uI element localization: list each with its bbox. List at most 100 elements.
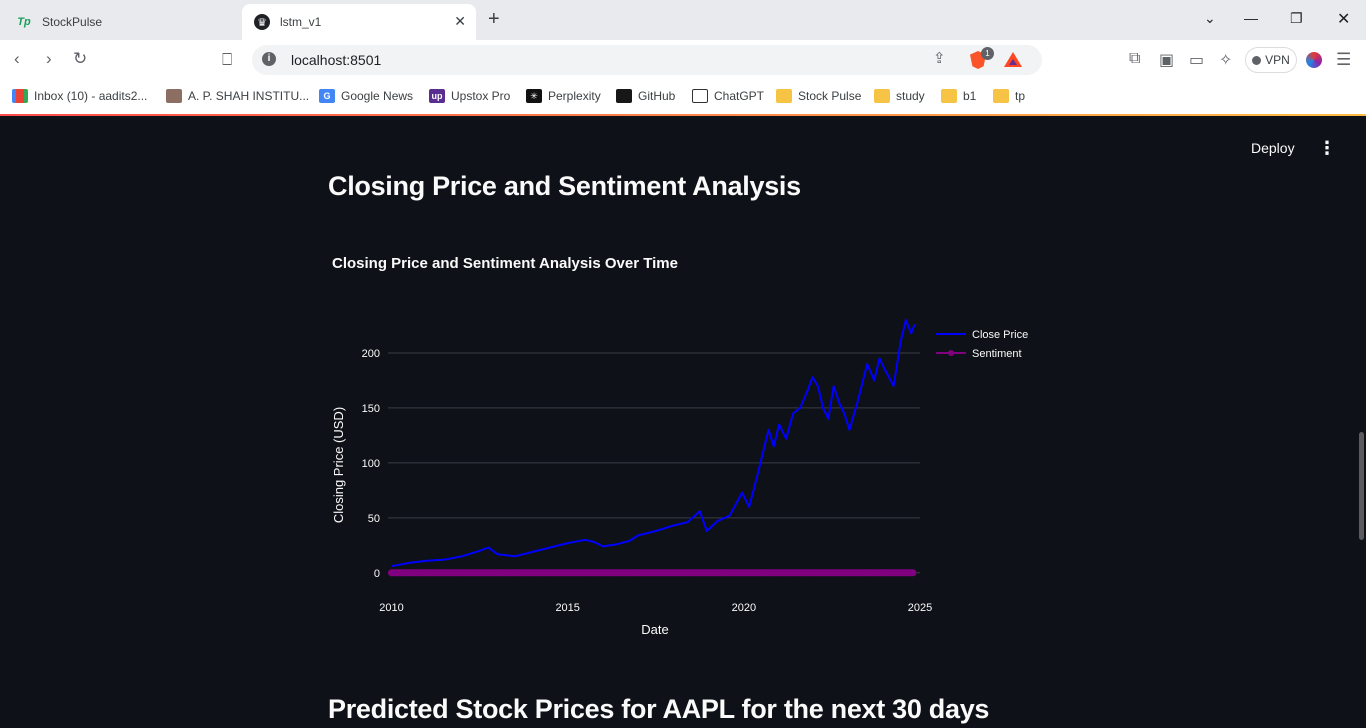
sentiment-marker: [740, 569, 748, 577]
bookmark-label: Upstox Pro: [451, 89, 511, 103]
bookmark-perplexity[interactable]: ✳ Perplexity: [526, 87, 601, 105]
wallet-icon[interactable]: ▭: [1189, 50, 1204, 70]
sentiment-marker: [810, 569, 818, 577]
share-icon[interactable]: ⇪: [933, 49, 946, 67]
github-icon: [616, 89, 632, 103]
vpn-button[interactable]: VPN: [1245, 47, 1297, 73]
bookmark-github[interactable]: GitHub: [616, 87, 675, 105]
section-title: Closing Price and Sentiment Analysis: [328, 171, 801, 201]
tab-label: lstm_v1: [280, 15, 322, 29]
sentiment-marker: [881, 569, 889, 577]
sentiment-marker: [634, 569, 642, 577]
bookmark-label: ChatGPT: [714, 89, 765, 103]
bookmark-label: Inbox (10) - aadits2...: [34, 89, 148, 103]
sentiment-marker: [511, 569, 519, 577]
bookmark-folder-tp[interactable]: tp: [993, 87, 1025, 105]
perplexity-icon: ✳: [526, 89, 542, 103]
y-tick-label: 0: [374, 568, 380, 580]
profile-avatar[interactable]: [1306, 52, 1322, 68]
minimize-icon[interactable]: —: [1244, 10, 1258, 26]
bookmark-folder-study[interactable]: study: [874, 87, 925, 105]
new-tab-icon[interactable]: +: [488, 8, 500, 31]
bookmark-chatgpt[interactable]: ChatGPT: [692, 87, 764, 105]
sentiment-marker: [581, 569, 589, 577]
bookmark-folder-stock-pulse[interactable]: Stock Pulse: [776, 87, 861, 105]
folder-icon: [993, 89, 1009, 103]
brave-rewards-inner-icon: [1009, 59, 1017, 65]
y-axis-title: Closing Price (USD): [331, 407, 346, 523]
more-options-icon[interactable]: ⋮: [1318, 139, 1336, 157]
close-price-line: [391, 319, 916, 568]
sentiment-marker: [669, 569, 677, 577]
restore-icon[interactable]: ❐: [1290, 10, 1303, 27]
bookmark-label: tp: [1015, 89, 1026, 103]
sentiment-marker: [652, 569, 660, 577]
tp-logo-icon: Tp: [17, 16, 31, 28]
sentiment-marker: [846, 569, 854, 577]
folder-icon: [941, 89, 957, 103]
y-tick-label: 50: [368, 513, 380, 525]
deploy-button[interactable]: Deploy: [1251, 140, 1295, 156]
bookmark-gmail[interactable]: Inbox (10) - aadits2...: [12, 87, 147, 105]
bookmark-google-news[interactable]: G Google News: [319, 87, 413, 105]
extensions-icon[interactable]: ⧉: [1129, 50, 1140, 68]
sentiment-marker: [687, 569, 695, 577]
back-icon[interactable]: ‹: [14, 49, 20, 69]
vpn-label: VPN: [1265, 53, 1290, 67]
chatgpt-icon: [692, 89, 708, 103]
leo-ai-icon[interactable]: ✧: [1219, 50, 1232, 70]
tab-label: StockPulse: [42, 15, 103, 29]
bookmark-upstox[interactable]: up Upstox Pro: [429, 87, 510, 105]
sentiment-marker: [898, 569, 906, 577]
sentiment-marker: [564, 569, 572, 577]
sentiment-marker: [405, 569, 413, 577]
sentiment-marker: [775, 569, 783, 577]
upstox-icon: up: [429, 89, 445, 103]
bookmark-folder-b1[interactable]: b1: [941, 87, 976, 105]
page-scrollbar[interactable]: [1359, 432, 1364, 540]
sentiment-marker: [863, 569, 871, 577]
shields-count-badge: 1: [981, 47, 994, 60]
sentiment-marker: [423, 569, 431, 577]
menu-icon[interactable]: ☰: [1336, 50, 1351, 70]
streamlit-crown-icon: ♛: [254, 14, 270, 30]
legend-label: Close Price: [972, 329, 1028, 341]
sidebar-icon[interactable]: ▣: [1159, 50, 1174, 70]
folder-icon: [776, 89, 792, 103]
address-bar[interactable]: i localhost:8501 ⇪: [252, 45, 1042, 75]
url-text[interactable]: localhost:8501: [291, 52, 381, 68]
tab-stockpulse[interactable]: Tp StockPulse: [6, 4, 234, 40]
bookmark-label: GitHub: [638, 89, 676, 103]
sentiment-marker: [757, 569, 765, 577]
legend-label: Sentiment: [972, 348, 1022, 360]
legend-marker: [948, 350, 954, 356]
sentiment-marker: [546, 569, 554, 577]
forward-icon[interactable]: ›: [46, 49, 52, 69]
tab-lstm-v1[interactable]: ♛ lstm_v1 ✕: [242, 4, 476, 40]
close-window-icon[interactable]: ✕: [1337, 9, 1350, 29]
bookmark-label: Google News: [341, 89, 414, 103]
site-info-icon[interactable]: i: [262, 52, 276, 66]
bookmark-apshah[interactable]: A. P. SHAH INSTITU...: [166, 87, 309, 105]
folder-icon: [874, 89, 890, 103]
reload-icon[interactable]: ↻: [73, 49, 87, 69]
y-tick-label: 100: [362, 458, 380, 470]
vpn-status-icon: [1252, 55, 1262, 65]
google-news-icon: G: [319, 89, 335, 103]
close-tab-icon[interactable]: ✕: [454, 13, 466, 30]
gmail-icon: [12, 89, 28, 103]
chart-title: Closing Price and Sentiment Analysis Ove…: [332, 255, 678, 272]
tab-search-chevron-icon[interactable]: ⌄: [1204, 10, 1216, 27]
closing-price-sentiment-chart[interactable]: 0 50 100 150 200 2010 2015 2020 2025 Date Closing …: [320, 300, 1040, 645]
bookmark-page-icon[interactable]: ⎕: [222, 50, 232, 70]
x-tick-label: 2015: [555, 602, 579, 614]
sentiment-marker: [476, 569, 484, 577]
sentiment-marker: [493, 569, 501, 577]
bookmark-label: Stock Pulse: [798, 89, 862, 103]
app-decoration-bar: [0, 114, 1366, 116]
sentiment-marker: [705, 569, 713, 577]
y-tick-label: 150: [362, 403, 380, 415]
sentiment-marker: [793, 569, 801, 577]
sentiment-marker: [458, 569, 466, 577]
sentiment-marker: [617, 569, 625, 577]
